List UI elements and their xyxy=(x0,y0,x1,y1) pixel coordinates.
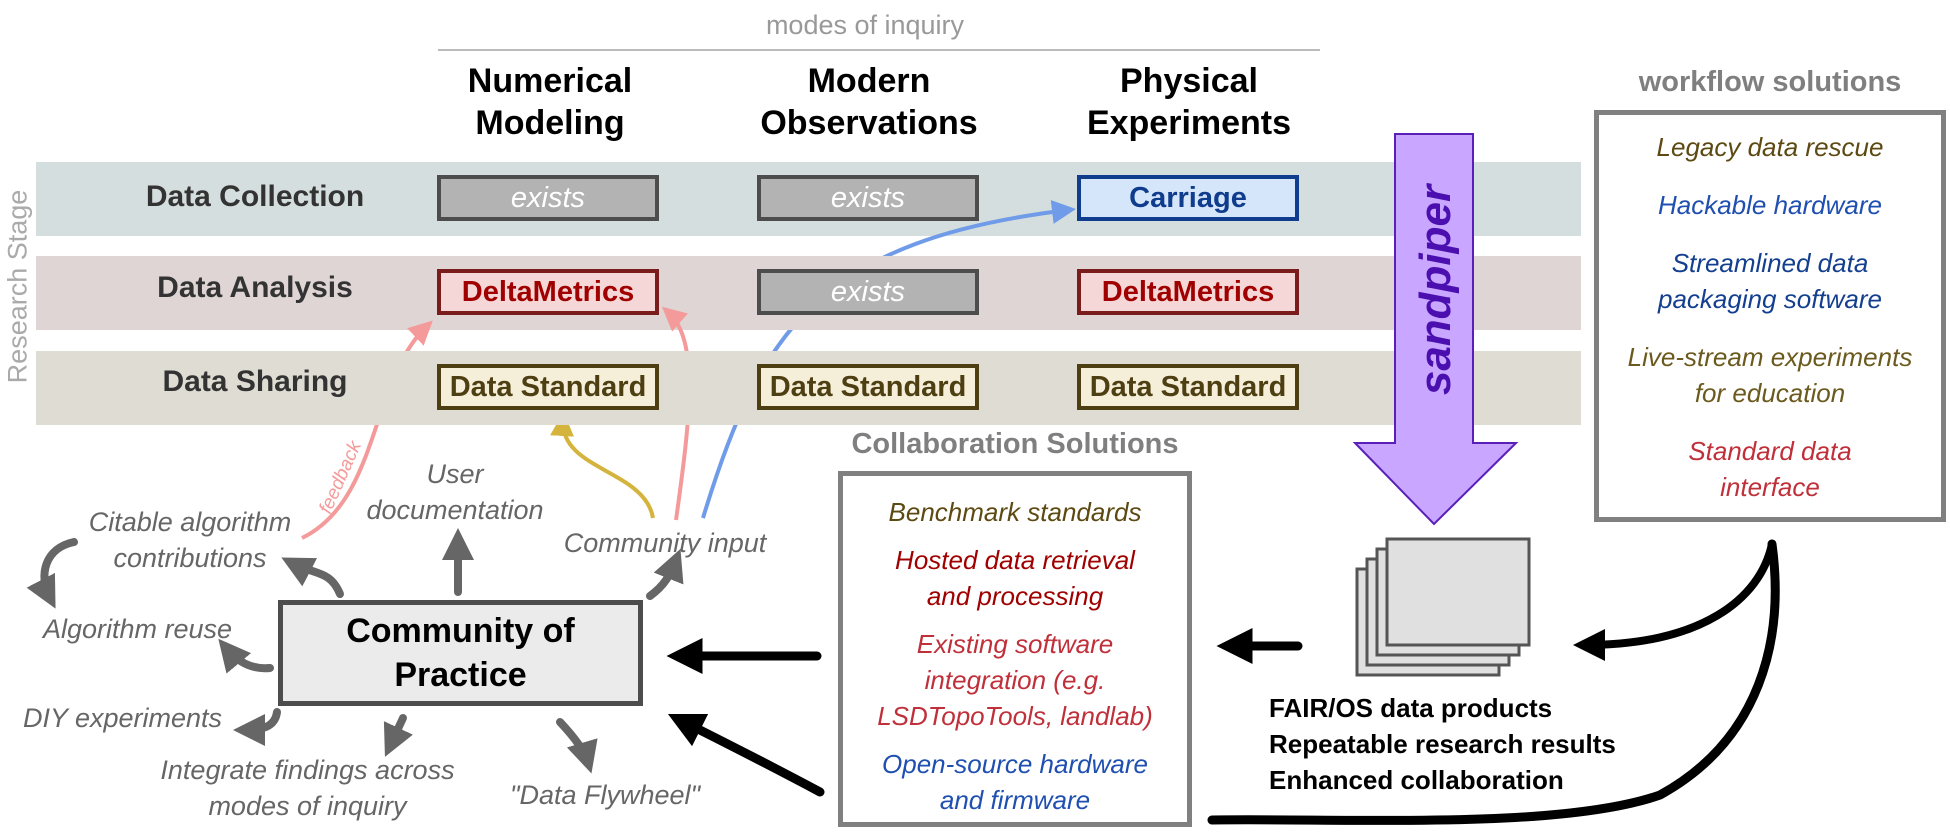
data-products-stack-icon xyxy=(1355,537,1531,677)
to-community-input-arrow xyxy=(646,548,684,600)
cell-analysis-numerical-deltametrics[interactable]: DeltaMetrics xyxy=(437,269,659,315)
mode-line: Physical xyxy=(1120,62,1258,100)
collaboration-solution-item-line: and firmware xyxy=(939,785,1091,815)
workflow-solution-item: Standard data interface xyxy=(1599,433,1941,505)
cell-collection-experiments-carriage[interactable]: Carriage xyxy=(1077,175,1299,221)
outcome-algorithm-reuse: Algorithm reuse xyxy=(42,614,233,644)
workflow-solution-item: Legacy data rescue xyxy=(1599,129,1941,165)
to-diy-arrow xyxy=(233,708,281,746)
collaboration-solution-item-line: Benchmark standards xyxy=(888,497,1142,527)
cell-sharing-observations-standard[interactable]: Data Standard xyxy=(757,364,979,410)
mode-line: Observations xyxy=(760,104,978,142)
mode-line: Modern xyxy=(807,62,931,100)
mode-physical-experiments: Physical Experiments xyxy=(1059,60,1319,144)
community-title-line: Practice xyxy=(394,656,527,694)
mode-modern-observations: Modern Observations xyxy=(739,60,999,144)
collaboration-solutions-box: Benchmark standards Hosted data retrieval… xyxy=(838,471,1192,827)
collaboration-solution-item: Hosted data retrieval and processing xyxy=(843,542,1187,614)
workflow-solution-item-line: Live-stream experiments xyxy=(1627,342,1913,372)
cell-collection-numerical: exists xyxy=(437,175,659,221)
to-integrate-arrow xyxy=(383,714,413,757)
cell-sharing-numerical-standard[interactable]: Data Standard xyxy=(437,364,659,410)
cell-sharing-experiments-standard[interactable]: Data Standard xyxy=(1077,364,1299,410)
workflow-solution-item: Live-stream experiments for education xyxy=(1599,339,1941,411)
to-flywheel-arrow xyxy=(556,718,598,774)
outcome-line: User xyxy=(426,459,484,489)
workflow-solution-item-line: Streamlined data xyxy=(1671,248,1869,278)
outcome-line: modes of inquiry xyxy=(208,791,407,821)
workflow-solution-item-line: for education xyxy=(1694,378,1846,408)
workflow-solution-item-line: packaging software xyxy=(1657,284,1883,314)
output-fair-os: FAIR/OS data products xyxy=(1269,693,1553,723)
outcome-integrate-findings: Integrate findings across modes of inqui… xyxy=(140,752,475,824)
outcome-user-documentation: User documentation xyxy=(350,456,560,528)
community-of-practice-box[interactable]: Community of Practice xyxy=(278,600,643,706)
collaboration-solutions-title: Collaboration Solutions xyxy=(851,428,1179,460)
workflow-solution-item-line: Standard data xyxy=(1688,436,1852,466)
output-repeatable: Repeatable research results xyxy=(1269,729,1616,759)
collaboration-solution-item-line: Existing software xyxy=(916,629,1114,659)
collaboration-solution-item: Existing software integration (e.g. LSDTop… xyxy=(843,626,1187,734)
workflow-solution-item-line: Legacy data rescue xyxy=(1656,132,1884,162)
workflow-solution-item-line: interface xyxy=(1720,472,1820,502)
collaboration-solution-item-line: Hosted data retrieval xyxy=(895,545,1135,575)
outcome-community-input: Community input xyxy=(563,528,767,558)
workflow-solutions-box: Legacy data rescue Hackable hardware Strea… xyxy=(1594,110,1946,522)
mode-numerical-modeling: Numerical Modeling xyxy=(420,60,680,144)
community-title-line: Community of xyxy=(346,612,575,650)
outcome-citable-algorithm: Citable algorithm contributions xyxy=(60,504,320,576)
collaboration-solution-item-line: integration (e.g. xyxy=(924,665,1106,695)
workflow-solution-item: Streamlined data packaging software xyxy=(1599,245,1941,317)
cell-analysis-observations: exists xyxy=(757,269,979,315)
stage-label-data-collection: Data Collection xyxy=(145,180,365,213)
to-algorithm-reuse-arrow xyxy=(218,638,274,674)
mode-line: Modeling xyxy=(475,104,625,142)
cell-collection-observations: exists xyxy=(757,175,979,221)
workflow-to-products-arrow xyxy=(1573,540,1776,661)
outcome-line: Integrate findings across xyxy=(160,755,455,785)
community-input-to-data-standard-arrow xyxy=(550,412,655,519)
stage-label-data-sharing: Data Sharing xyxy=(162,365,348,398)
collaboration-solution-item-line: Open-source hardware xyxy=(882,749,1148,779)
outcome-data-flywheel: "Data Flywheel" xyxy=(509,780,701,810)
outcome-line: documentation xyxy=(366,495,544,525)
sandpiper-label: sandpiper xyxy=(1411,182,1460,395)
outcome-line: Citable algorithm xyxy=(88,507,292,537)
outcome-diy-experiments: DIY experiments xyxy=(22,703,223,733)
stage-label-data-analysis: Data Analysis xyxy=(157,271,353,304)
modes-of-inquiry-label: modes of inquiry xyxy=(765,10,965,40)
mode-line: Experiments xyxy=(1086,104,1292,142)
workflow-solutions-title: workflow solutions xyxy=(1638,66,1902,98)
collaboration-solution-item-line: and processing xyxy=(926,581,1104,611)
collaboration-solution-item-line: LSDTopoTools, landlab) xyxy=(877,701,1153,731)
workflow-solution-item: Hackable hardware xyxy=(1599,187,1941,223)
outcome-line: contributions xyxy=(113,543,267,573)
output-collaboration: Enhanced collaboration xyxy=(1269,765,1564,795)
cell-analysis-experiments-deltametrics[interactable]: DeltaMetrics xyxy=(1077,269,1299,315)
collaboration-solution-item: Benchmark standards xyxy=(843,494,1187,530)
workflow-solution-item-line: Hackable hardware xyxy=(1657,190,1882,220)
research-stage-axis-label: Research Stage xyxy=(2,189,33,384)
mode-line: Numerical xyxy=(467,62,633,100)
collaboration-solution-item: Open-source hardware and firmware xyxy=(843,746,1187,818)
